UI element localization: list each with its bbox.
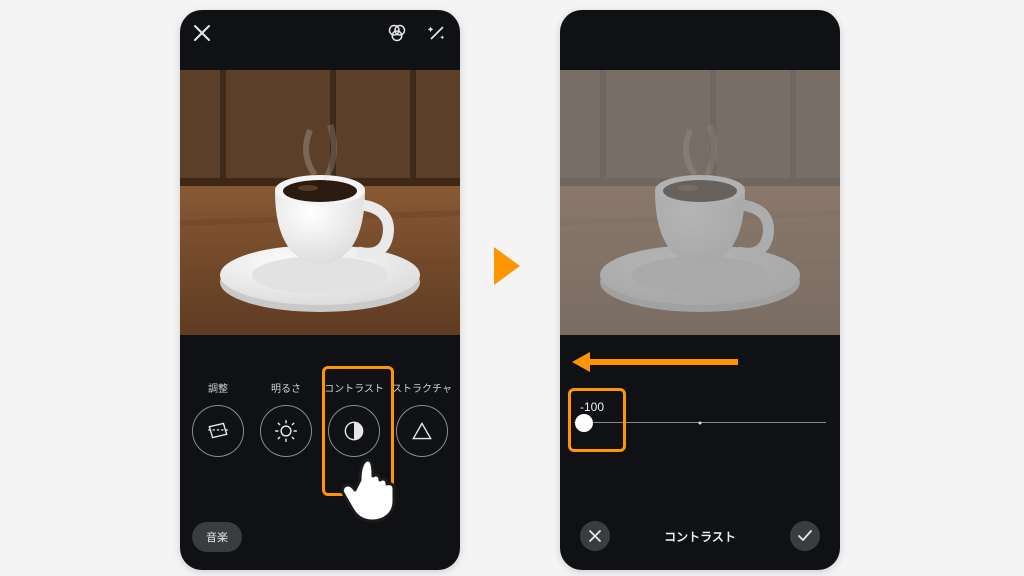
music-button[interactable]: 音楽 (192, 522, 242, 552)
tool-label: ストラクチャ (388, 380, 456, 395)
adjust-icon (192, 405, 244, 457)
tool-adjust[interactable]: 調整 (184, 380, 252, 457)
confirm-bar-title: コントラスト (664, 528, 736, 545)
phone-screen-contrast-slider: -100 コントラスト (560, 10, 840, 570)
tool-label: 調整 (184, 380, 252, 395)
edit-tools-row[interactable]: 調整 明るさ コントラスト (180, 380, 460, 490)
slider-track[interactable] (574, 422, 826, 423)
annotation-swipe-left-arrow-icon (572, 350, 742, 379)
done-button[interactable] (790, 521, 820, 551)
tool-structure[interactable]: ストラクチャ (388, 380, 456, 457)
slider-center-marker (699, 421, 702, 424)
contrast-slider[interactable]: -100 (574, 400, 826, 423)
confirm-bar: コントラスト (560, 516, 840, 556)
brightness-icon (260, 405, 312, 457)
close-icon[interactable] (192, 23, 212, 43)
tool-contrast[interactable]: コントラスト (320, 380, 388, 457)
music-button-label: 音楽 (206, 532, 228, 544)
editor-topbar (180, 10, 460, 56)
contrast-icon (328, 405, 380, 457)
magic-wand-icon[interactable] (426, 22, 448, 44)
close-icon (588, 529, 602, 543)
photo-preview (560, 70, 840, 335)
tool-label: コントラスト (320, 380, 388, 395)
check-icon (797, 529, 813, 543)
filters-icon[interactable] (386, 22, 408, 44)
structure-icon (396, 405, 448, 457)
tool-label: 明るさ (252, 380, 320, 395)
slider-value-label: -100 (574, 400, 826, 414)
photo-preview (180, 70, 460, 335)
slider-thumb[interactable] (575, 414, 593, 432)
phone-screen-edit-tools: 調整 明るさ コントラスト (180, 10, 460, 570)
cancel-button[interactable] (580, 521, 610, 551)
tool-brightness[interactable]: 明るさ (252, 380, 320, 457)
annotation-next-arrow-icon (490, 245, 524, 292)
